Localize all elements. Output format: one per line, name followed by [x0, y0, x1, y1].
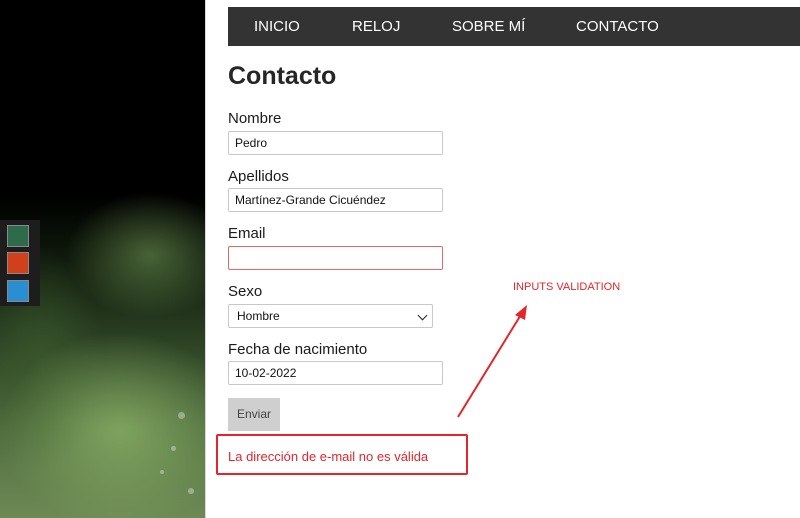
annotation-arrow: [457, 305, 527, 418]
